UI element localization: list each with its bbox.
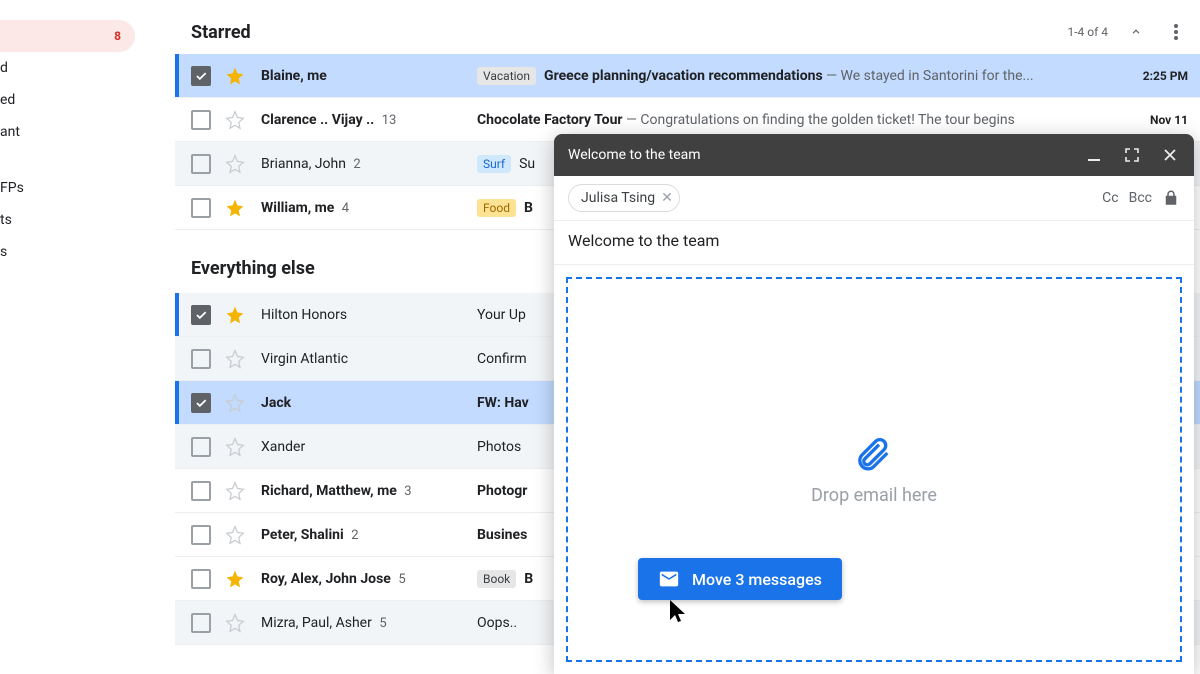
senders: William, me 4 — [261, 200, 477, 216]
star-icon[interactable] — [223, 391, 247, 415]
checkbox[interactable] — [191, 349, 211, 369]
sidebar-spacer — [0, 148, 135, 172]
senders: Roy, Alex, John Jose 5 — [261, 571, 477, 587]
checkbox[interactable] — [191, 198, 211, 218]
checkbox[interactable] — [191, 613, 211, 633]
label-chip[interactable]: Surf — [477, 155, 511, 173]
bcc-button[interactable]: Bcc — [1129, 190, 1152, 206]
sidebar: 8 d ed ant FPs ts s — [0, 10, 135, 268]
label-chip[interactable]: Book — [477, 570, 516, 588]
star-icon[interactable] — [223, 108, 247, 132]
sidebar-item[interactable]: s — [0, 236, 135, 268]
checkbox[interactable] — [191, 393, 211, 413]
checkbox[interactable] — [191, 569, 211, 589]
star-icon[interactable] — [223, 347, 247, 371]
checkbox[interactable] — [191, 305, 211, 325]
star-icon[interactable] — [223, 611, 247, 635]
move-label: Move 3 messages — [692, 570, 822, 589]
compose-header: Welcome to the team — [554, 134, 1194, 176]
compose-subject[interactable]: Welcome to the team — [554, 221, 1194, 265]
star-icon[interactable] — [223, 435, 247, 459]
label-chip[interactable]: Vacation — [477, 67, 536, 85]
mail-icon — [658, 568, 680, 590]
fullscreen-icon[interactable] — [1122, 145, 1142, 165]
section-meta: 1-4 of 4 — [1067, 20, 1188, 44]
drop-zone[interactable]: Drop email here Move 3 messages — [566, 277, 1182, 662]
senders: Virgin Atlantic — [261, 351, 477, 367]
sidebar-badge: 8 — [114, 29, 121, 43]
move-messages-chip[interactable]: Move 3 messages — [638, 558, 842, 600]
recipient-chip[interactable]: Julisa Tsing ✕ — [568, 184, 680, 212]
star-icon[interactable] — [223, 64, 247, 88]
range-text: 1-4 of 4 — [1067, 25, 1108, 39]
more-icon[interactable] — [1164, 20, 1188, 44]
sidebar-item[interactable]: ed — [0, 84, 135, 116]
star-icon[interactable] — [223, 567, 247, 591]
checkbox[interactable] — [191, 525, 211, 545]
sidebar-item[interactable]: d — [0, 52, 135, 84]
subject: Chocolate Factory Tour — Congratulations… — [477, 112, 1116, 128]
section-title: Starred — [191, 22, 251, 43]
senders: Richard, Matthew, me 3 — [261, 483, 477, 499]
close-icon[interactable] — [1160, 145, 1180, 165]
lock-icon[interactable] — [1162, 189, 1180, 207]
remove-recipient-icon[interactable]: ✕ — [661, 190, 673, 206]
checkbox[interactable] — [191, 110, 211, 130]
compose-body[interactable]: Drop email here Move 3 messages — [554, 265, 1194, 674]
checkbox[interactable] — [191, 481, 211, 501]
compose-title: Welcome to the team — [568, 147, 1066, 163]
minimize-icon[interactable] — [1084, 145, 1104, 165]
senders: Mizra, Paul, Asher 5 — [261, 615, 477, 631]
sidebar-item[interactable]: ant — [0, 116, 135, 148]
attachment-icon — [854, 433, 894, 473]
senders: Hilton Honors — [261, 307, 477, 323]
senders: Brianna, John 2 — [261, 156, 477, 172]
senders: Blaine, me — [261, 68, 477, 84]
label-chip[interactable]: Food — [477, 199, 516, 217]
section-header-starred: Starred 1-4 of 4 — [175, 0, 1200, 54]
cursor-icon — [668, 598, 688, 624]
checkbox[interactable] — [191, 154, 211, 174]
sidebar-item[interactable]: FPs — [0, 172, 135, 204]
recipient-name: Julisa Tsing — [581, 190, 655, 206]
compose-recipients[interactable]: Julisa Tsing ✕ Cc Bcc — [554, 176, 1194, 221]
checkbox[interactable] — [191, 437, 211, 457]
row-time: 2:25 PM — [1116, 69, 1188, 83]
star-icon[interactable] — [223, 196, 247, 220]
row-time: Nov 11 — [1116, 113, 1188, 127]
chevron-up-icon[interactable] — [1124, 20, 1148, 44]
sidebar-item-inbox[interactable]: 8 — [0, 20, 135, 52]
subject: VacationGreece planning/vacation recomme… — [477, 67, 1116, 85]
sidebar-item[interactable]: ts — [0, 204, 135, 236]
email-row[interactable]: Blaine, meVacationGreece planning/vacati… — [175, 54, 1200, 98]
star-icon[interactable] — [223, 523, 247, 547]
senders: Jack — [261, 395, 477, 411]
star-icon[interactable] — [223, 479, 247, 503]
cc-button[interactable]: Cc — [1102, 190, 1118, 206]
compose-window: Welcome to the team Julisa Tsing ✕ Cc Bc… — [554, 134, 1194, 674]
drop-zone-text: Drop email here — [811, 485, 937, 506]
star-icon[interactable] — [223, 303, 247, 327]
senders: Peter, Shalini 2 — [261, 527, 477, 543]
star-icon[interactable] — [223, 152, 247, 176]
senders: Xander — [261, 439, 477, 455]
senders: Clarence .. Vijay .. 13 — [261, 112, 477, 128]
checkbox[interactable] — [191, 66, 211, 86]
